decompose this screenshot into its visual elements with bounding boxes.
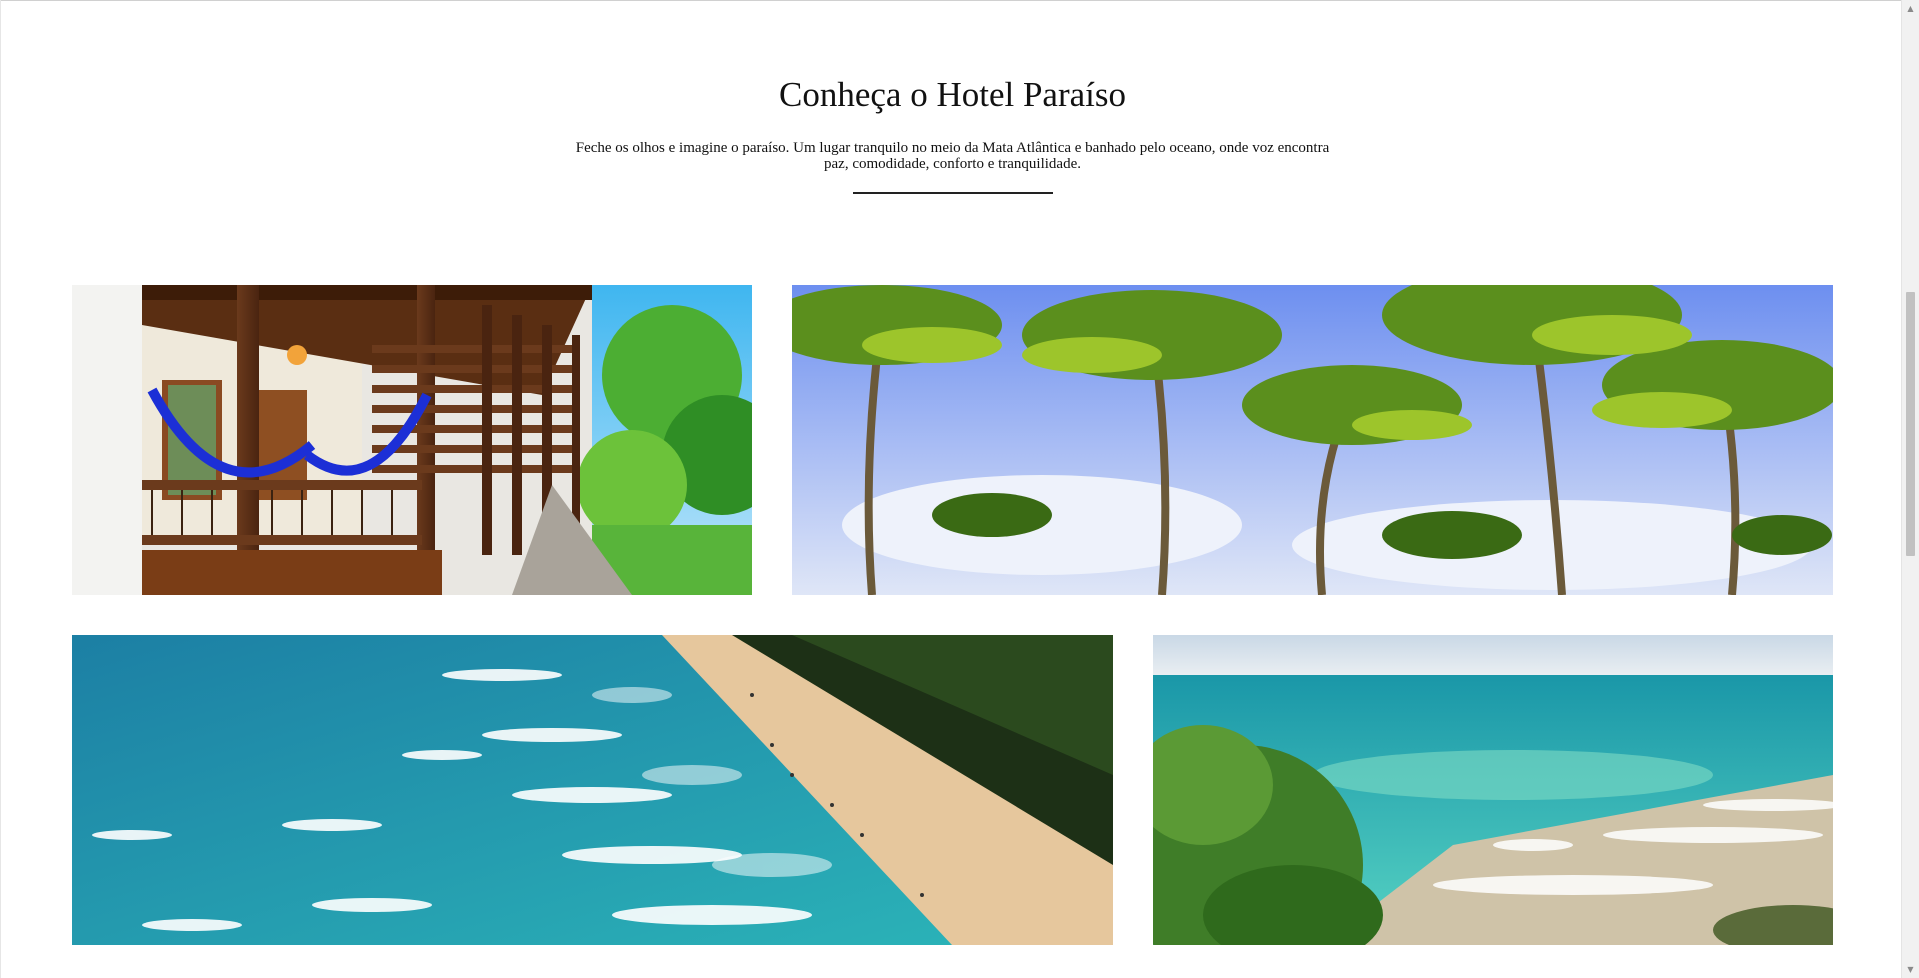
aerial-beach-photo[interactable] (72, 635, 1113, 945)
section-description: Feche os olhos e imagine o paraíso. Um l… (575, 140, 1330, 172)
vertical-scrollbar[interactable]: ▲ ▼ (1901, 0, 1919, 978)
scroll-thumb[interactable] (1906, 292, 1915, 556)
section-divider (853, 192, 1053, 194)
intro-section: Conheça o Hotel Paraíso Feche os olhos e… (0, 70, 1905, 172)
scroll-down-icon[interactable]: ▼ (1902, 961, 1919, 978)
scroll-up-icon[interactable]: ▲ (1902, 0, 1919, 17)
coconut-palms-photo[interactable] (792, 285, 1833, 595)
section-title: Conheça o Hotel Paraíso (779, 75, 1126, 114)
turquoise-bay-photo[interactable] (1153, 635, 1833, 945)
page: Conheça o Hotel Paraíso Feche os olhos e… (0, 0, 1919, 978)
top-border (0, 0, 1902, 1)
hotel-veranda-photo[interactable] (72, 285, 752, 595)
